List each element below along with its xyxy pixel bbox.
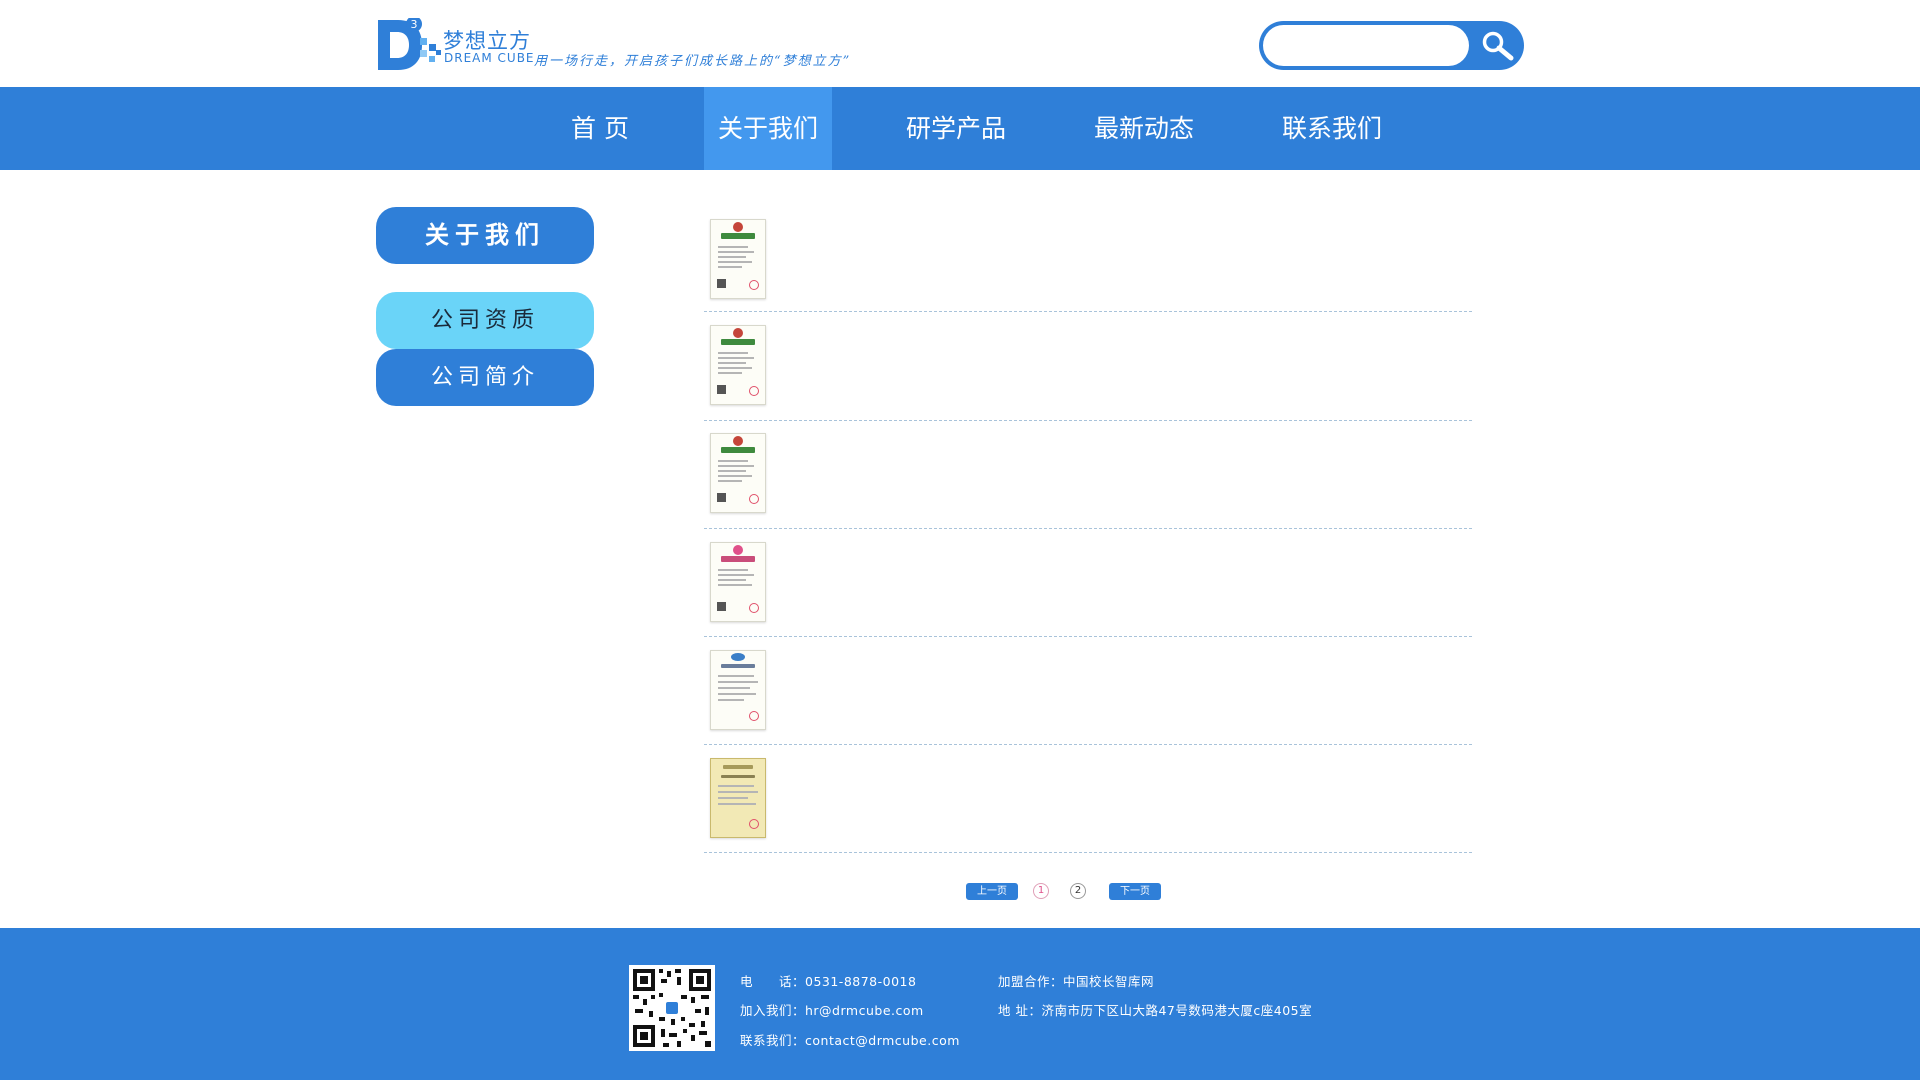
iso-certificate-thumbnail[interactable] bbox=[710, 758, 766, 838]
business-license-thumbnail[interactable] bbox=[710, 219, 766, 299]
main-nav: 首 页 关于我们 研学产品 最新动态 联系我们 bbox=[0, 87, 1920, 170]
list-item bbox=[704, 203, 1472, 312]
search-button[interactable] bbox=[1471, 21, 1524, 70]
list-item bbox=[704, 312, 1472, 421]
next-page-button[interactable]: 下一页 bbox=[1109, 883, 1161, 900]
list-item bbox=[704, 744, 1472, 853]
business-license-thumbnail[interactable] bbox=[710, 433, 766, 513]
business-license-thumbnail[interactable] bbox=[710, 325, 766, 405]
nav-item-home[interactable]: 首 页 bbox=[548, 87, 652, 170]
sidebar-item-profile[interactable]: 公司简介 bbox=[376, 349, 594, 406]
search-input[interactable] bbox=[1263, 25, 1469, 66]
search-icon bbox=[1482, 31, 1513, 60]
footer-franchise: 加盟合作：中国校长智库网 bbox=[998, 974, 1155, 989]
qr-code-icon bbox=[629, 965, 715, 1051]
header: 3 梦想立方 DREAM CUBE 用一场行走，开启孩子们成长路上的“梦想立方” bbox=[0, 0, 1920, 87]
list-item bbox=[704, 528, 1472, 637]
footer bbox=[0, 928, 1920, 1080]
list-item bbox=[704, 420, 1472, 529]
footer-contact-email[interactable]: 联系我们：contact@drmcube.com bbox=[740, 1030, 960, 1049]
nav-item-contact[interactable]: 联系我们 bbox=[1266, 87, 1398, 170]
nav-item-news[interactable]: 最新动态 bbox=[1078, 87, 1210, 170]
logo-mark-icon: 3 bbox=[378, 18, 441, 70]
nav-item-about[interactable]: 关于我们 bbox=[704, 87, 832, 170]
footer-join-email[interactable]: 加入我们：hr@drmcube.com bbox=[740, 1000, 924, 1019]
logo[interactable]: 3 梦想立方 DREAM CUBE 用一场行走，开启孩子们成长路上的“梦想立方” bbox=[376, 18, 896, 72]
page-2-button[interactable]: 2 bbox=[1070, 883, 1086, 899]
footer-phone: 电 话：0531-8878-0018 bbox=[740, 974, 917, 989]
sidebar-item-qualification[interactable]: 公司资质 bbox=[376, 292, 594, 349]
prev-page-button[interactable]: 上一页 bbox=[966, 883, 1018, 900]
business-license-pink-thumbnail[interactable] bbox=[710, 542, 766, 622]
search-box bbox=[1259, 21, 1524, 70]
page-1-button[interactable]: 1 bbox=[1033, 883, 1049, 899]
slogan: 用一场行走，开启孩子们成长路上的“梦想立方” bbox=[534, 54, 852, 69]
footer-address: 地 址：济南市历下区山大路47号数码港大厦c座405室 bbox=[998, 1003, 1313, 1018]
list-item bbox=[704, 636, 1472, 745]
logo-english-name: DREAM CUBE bbox=[444, 51, 535, 65]
sidebar-title: 关于我们 bbox=[376, 207, 594, 264]
svg-text:3: 3 bbox=[411, 18, 418, 31]
nav-item-products[interactable]: 研学产品 bbox=[890, 87, 1022, 170]
certification-thumbnail[interactable] bbox=[710, 650, 766, 730]
